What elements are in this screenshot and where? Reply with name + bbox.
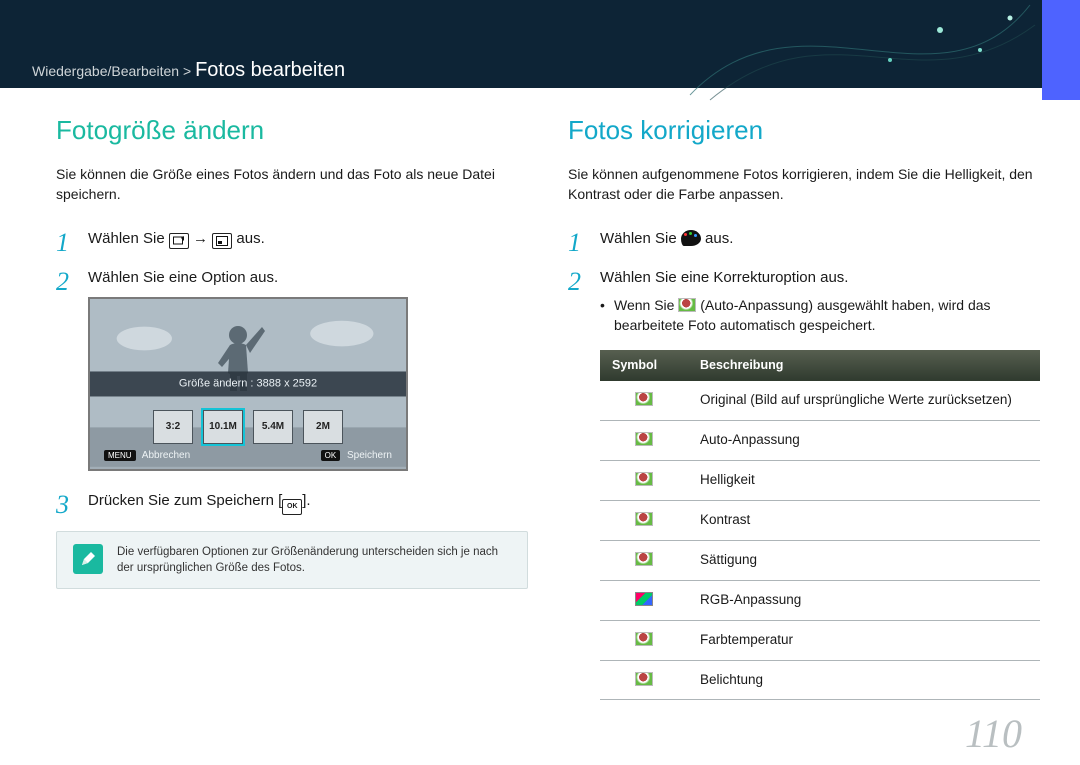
- correction-table: Symbol Beschreibung Original (Bild auf u…: [600, 350, 1040, 701]
- heading-correct: Fotos korrigieren: [568, 115, 1040, 146]
- ok-key-icon: OK: [282, 499, 302, 515]
- table-row: Belichtung: [600, 660, 1040, 700]
- heading-resize: Fotogröße ändern: [56, 115, 528, 146]
- resize-intro: Sie können die Größe eines Fotos ändern …: [56, 164, 528, 205]
- table-row: Original (Bild auf ursprüngliche Werte z…: [600, 381, 1040, 420]
- correct-intro: Sie können aufgenommene Fotos korrigiere…: [568, 164, 1040, 205]
- saturation-icon: [635, 552, 653, 566]
- table-row: Farbtemperatur: [600, 620, 1040, 660]
- color-temp-icon: [635, 632, 653, 646]
- resize-target-icon: [212, 233, 232, 249]
- page-side-tab: [1042, 0, 1080, 100]
- palette-icon: [681, 230, 701, 246]
- lcd-size-option[interactable]: 3:2: [153, 410, 193, 444]
- auto-icon: [635, 432, 653, 446]
- note-pen-icon: [73, 544, 103, 574]
- breadcrumb: Wiedergabe/Bearbeiten > Fotos bearbeiten: [32, 59, 345, 82]
- page-number: 110: [965, 710, 1022, 757]
- lcd-size-option[interactable]: 10.1M: [203, 410, 243, 444]
- resize-step-3: Drücken Sie zum Speichern [OK].: [56, 489, 528, 515]
- th-symbol: Symbol: [600, 350, 688, 381]
- auto-adjust-icon: [678, 298, 696, 312]
- original-icon: [635, 392, 653, 406]
- correct-step-1: Wählen Sie aus.: [568, 227, 1040, 250]
- table-row: Kontrast: [600, 500, 1040, 540]
- rgb-icon: [635, 592, 653, 606]
- table-row: Auto-Anpassung: [600, 420, 1040, 460]
- lcd-cancel[interactable]: MENU Abbrechen: [104, 448, 190, 464]
- lcd-size-label: Größe ändern : 3888 x 2592: [90, 372, 406, 397]
- note-text: Die verfügbaren Optionen zur Größenänder…: [117, 544, 511, 576]
- resize-step-2: Wählen Sie eine Option aus.: [56, 266, 528, 471]
- lcd-save[interactable]: OK Speichern: [321, 448, 392, 464]
- note-box: Die verfügbaren Optionen zur Größenänder…: [56, 531, 528, 589]
- breadcrumb-path: Wiedergabe/Bearbeiten >: [32, 63, 191, 79]
- lcd-size-option[interactable]: 2M: [303, 410, 343, 444]
- th-desc: Beschreibung: [688, 350, 1040, 381]
- table-row: RGB-Anpassung: [600, 580, 1040, 620]
- breadcrumb-title: Fotos bearbeiten: [195, 59, 345, 81]
- exposure-icon: [635, 672, 653, 686]
- contrast-icon: [635, 512, 653, 526]
- table-row: Helligkeit: [600, 460, 1040, 500]
- table-row: Sättigung: [600, 540, 1040, 580]
- edit-icon: [169, 233, 189, 249]
- brightness-icon: [635, 472, 653, 486]
- correct-step-2: Wählen Sie eine Korrekturoption aus. Wen…: [568, 266, 1040, 701]
- lcd-preview: Größe ändern : 3888 x 2592 3:2 10.1M 5.4…: [88, 297, 408, 471]
- resize-step-1: Wählen Sie → aus.: [56, 227, 528, 250]
- auto-adjust-note: Wenn Sie (Auto-Anpassung) ausgewählt hab…: [600, 295, 1040, 336]
- lcd-size-option[interactable]: 5.4M: [253, 410, 293, 444]
